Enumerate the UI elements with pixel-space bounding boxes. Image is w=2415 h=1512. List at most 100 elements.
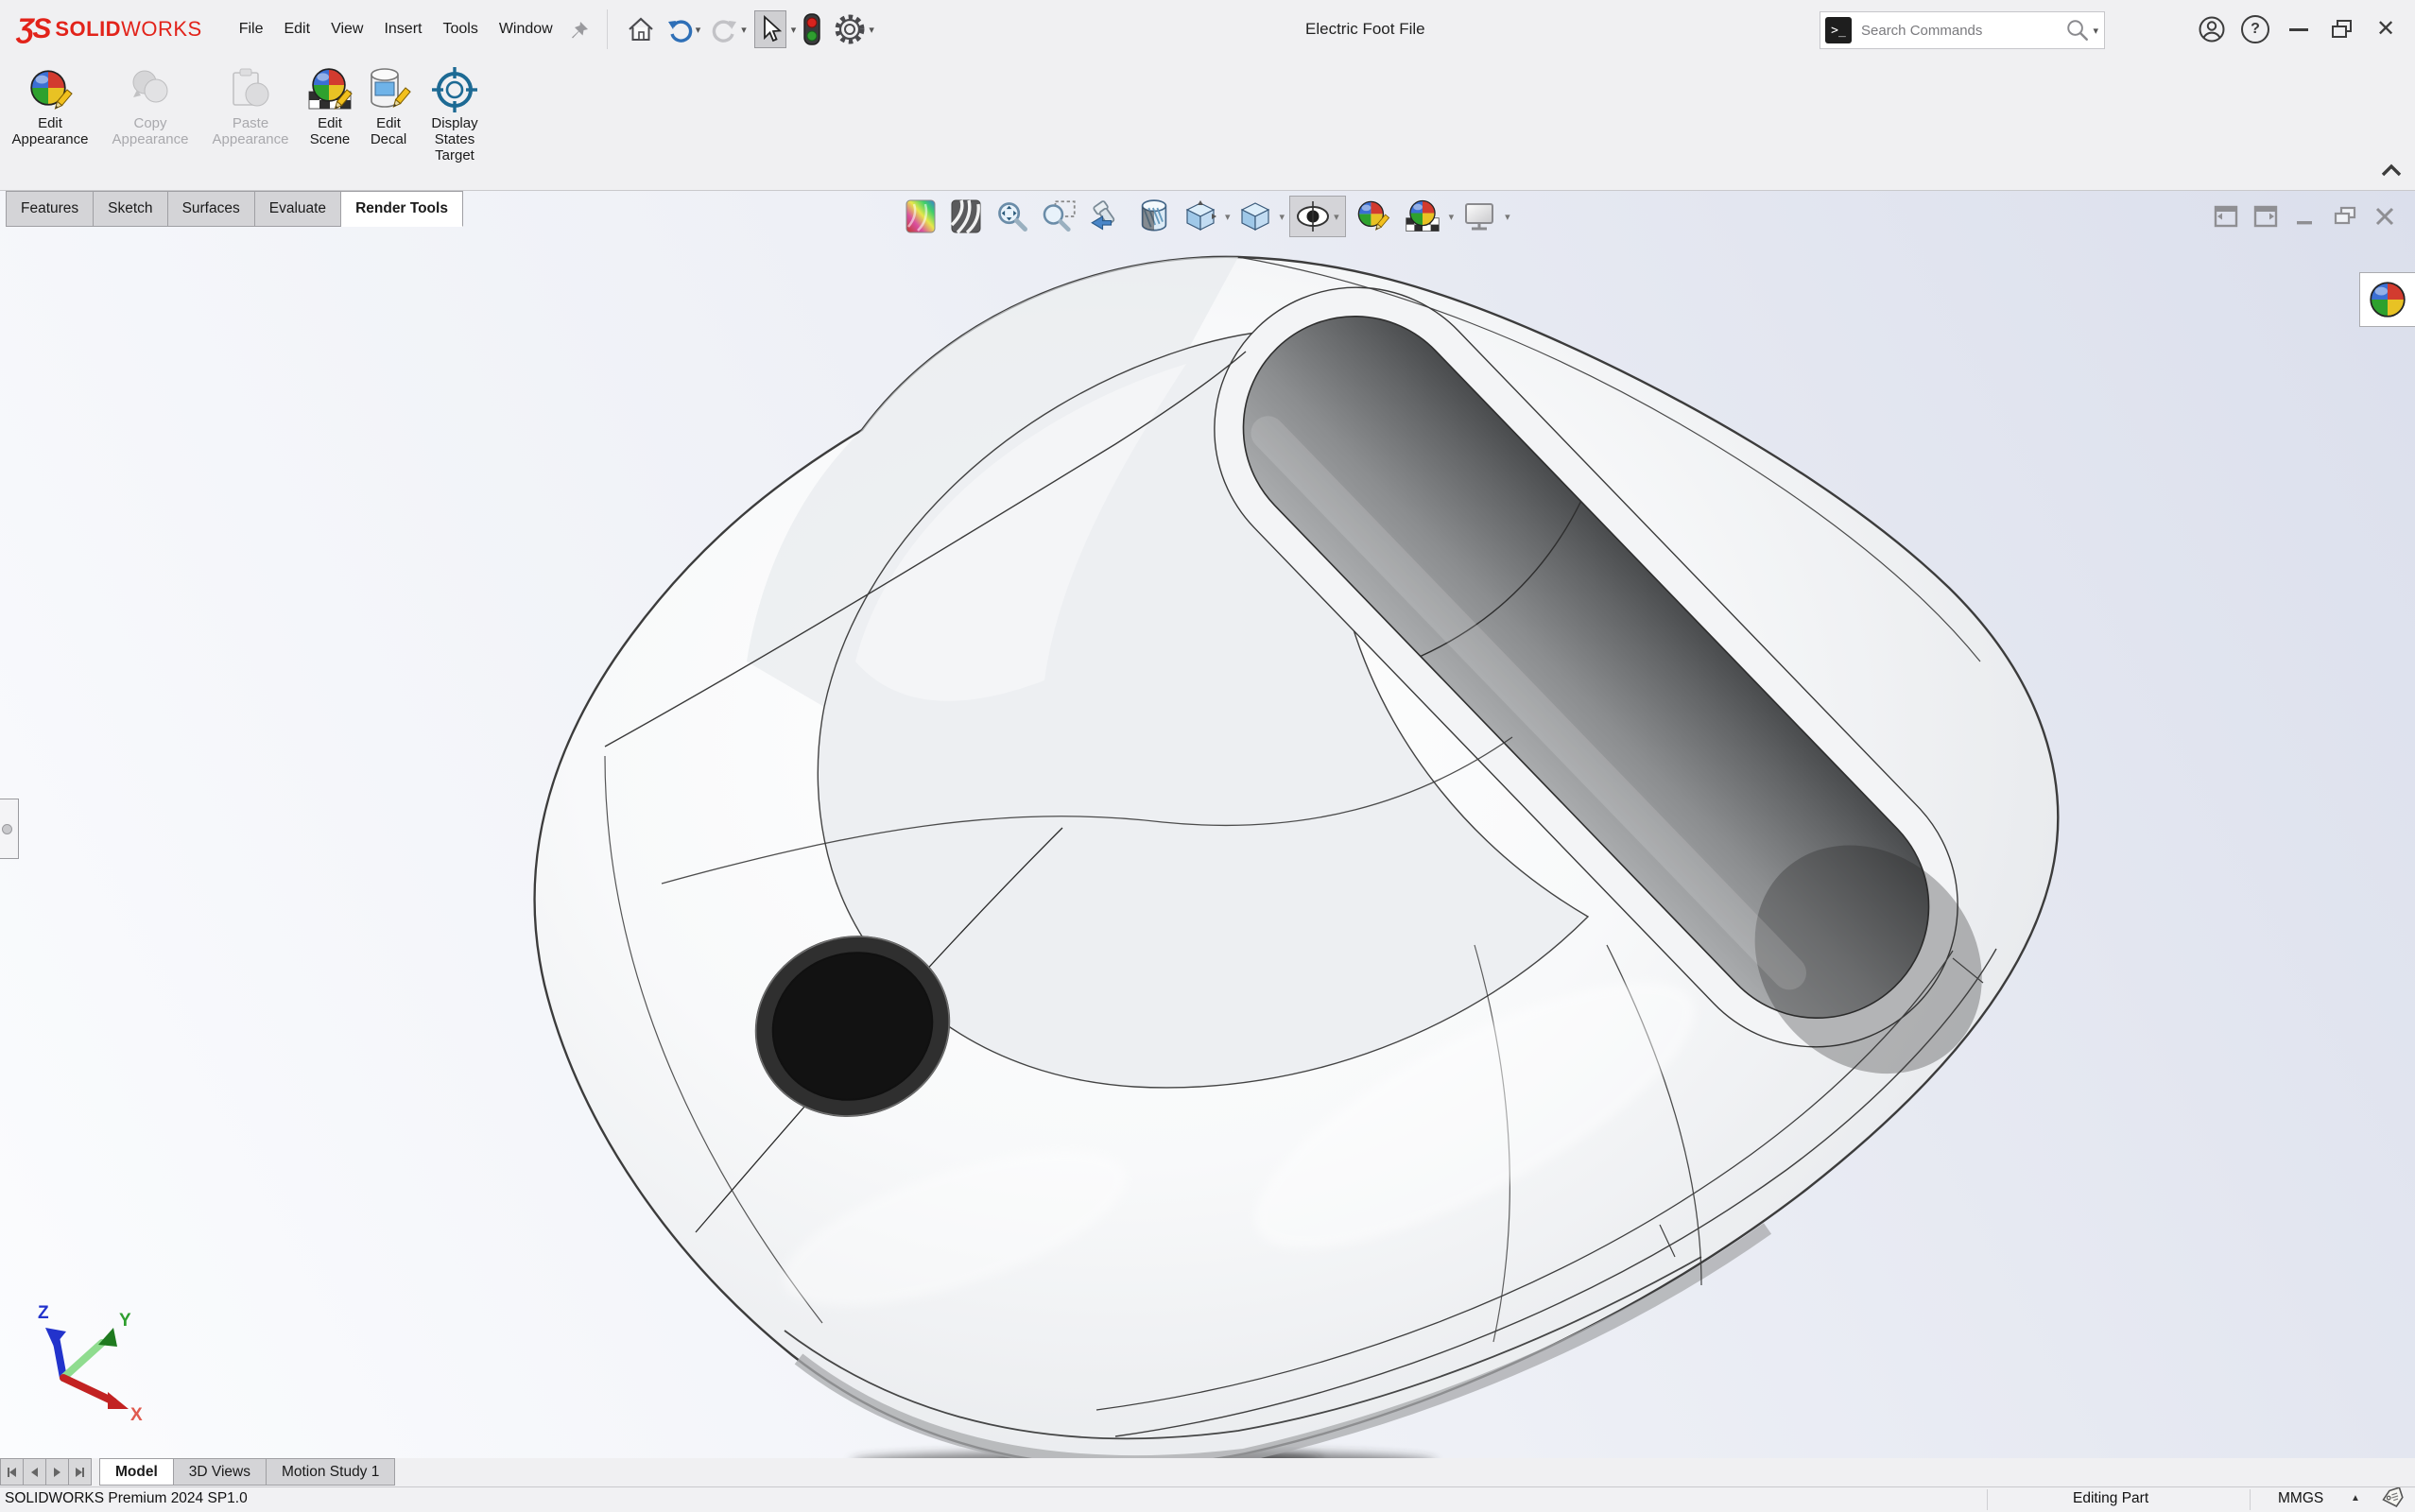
user-account-button[interactable] bbox=[2192, 9, 2232, 50]
tab-render-tools[interactable]: Render Tools bbox=[341, 191, 463, 227]
command-manager-ribbon: Edit Appearance Copy Appearance Paste Ap… bbox=[0, 59, 2415, 191]
status-separator bbox=[1987, 1489, 1988, 1510]
menu-edit[interactable]: Edit bbox=[273, 13, 320, 45]
menu-bar: File Edit View Insert Tools Window bbox=[229, 13, 563, 45]
help-icon: ? bbox=[2241, 15, 2269, 43]
window-controls: ? ✕ bbox=[2190, 0, 2415, 59]
stoplight-icon bbox=[802, 12, 822, 46]
ambient-occlusion-zebra-icon[interactable] bbox=[946, 197, 986, 236]
display-states-target-button[interactable]: Display States Target bbox=[419, 62, 491, 165]
edit-appearance-button[interactable]: Edit Appearance bbox=[1, 62, 99, 149]
view-orientation-caret[interactable]: ▾ bbox=[1225, 211, 1231, 223]
hide-show-items-button[interactable]: ▾ bbox=[1289, 196, 1346, 237]
tab-evaluate[interactable]: Evaluate bbox=[255, 191, 341, 227]
copy-appearance-button[interactable]: Copy Appearance bbox=[101, 62, 199, 149]
tab-sketch[interactable]: Sketch bbox=[94, 191, 167, 227]
view-orientation-icon[interactable] bbox=[1181, 197, 1220, 236]
home-button[interactable] bbox=[623, 10, 659, 48]
menu-file[interactable]: File bbox=[229, 13, 274, 45]
view-settings-caret[interactable]: ▾ bbox=[1505, 211, 1510, 223]
minimize-icon bbox=[2295, 206, 2316, 227]
scene-ball-checker-pencil-icon bbox=[305, 64, 354, 115]
help-button[interactable]: ? bbox=[2235, 9, 2275, 50]
display-style-icon[interactable] bbox=[1235, 197, 1275, 236]
feature-tree-collapsed-tab[interactable] bbox=[0, 799, 19, 859]
command-terminal-icon: >_ bbox=[1825, 17, 1852, 43]
close-button[interactable]: ✕ bbox=[2366, 9, 2406, 50]
select-cursor-icon bbox=[758, 15, 783, 43]
tab-features[interactable]: Features bbox=[6, 191, 94, 227]
pin-menu-icon[interactable] bbox=[569, 20, 590, 41]
editing-mode-text: Editing Part bbox=[2073, 1490, 2148, 1507]
options-button[interactable]: ▾ bbox=[830, 9, 878, 50]
viewport-restore-button[interactable] bbox=[2328, 204, 2362, 229]
select-tool-dropdown-caret[interactable]: ▾ bbox=[791, 24, 797, 36]
ribbon-collapse-button[interactable] bbox=[2377, 159, 2406, 181]
dock-right-button[interactable] bbox=[2249, 204, 2283, 229]
edit-scene-button[interactable]: Edit Scene bbox=[302, 62, 358, 149]
stoplight-button[interactable] bbox=[798, 8, 826, 51]
tab-motion-study-1[interactable]: Motion Study 1 bbox=[267, 1458, 395, 1486]
integrated-preview-icon[interactable] bbox=[901, 197, 940, 236]
hide-show-items-eye-icon bbox=[1294, 198, 1332, 234]
dock-left-button[interactable] bbox=[2209, 204, 2243, 229]
units-dropdown-caret[interactable]: ▲ bbox=[2351, 1493, 2360, 1503]
first-tab-button[interactable] bbox=[0, 1458, 23, 1486]
search-icon[interactable] bbox=[2065, 18, 2090, 43]
status-bar: SOLIDWORKS Premium 2024 SP1.0 Editing Pa… bbox=[0, 1486, 2415, 1512]
redo-dropdown-caret[interactable]: ▾ bbox=[741, 24, 747, 36]
next-tab-button[interactable] bbox=[45, 1458, 68, 1486]
apply-scene-caret[interactable]: ▾ bbox=[1449, 211, 1455, 223]
heads-up-view-toolbar: ▾ ▾ ▾ ▾ bbox=[898, 196, 1512, 237]
graphics-area[interactable]: ▾ ▾ ▾ ▾ bbox=[0, 191, 2415, 1458]
menu-view[interactable]: View bbox=[320, 13, 373, 45]
select-tool-button[interactable] bbox=[754, 10, 786, 48]
apply-scene-icon[interactable] bbox=[1401, 197, 1444, 236]
triad-x-label: X bbox=[130, 1405, 143, 1420]
section-view-icon[interactable] bbox=[1133, 197, 1175, 236]
redo-button[interactable]: ▾ bbox=[708, 11, 750, 47]
home-icon bbox=[627, 15, 655, 43]
undo-dropdown-caret[interactable]: ▾ bbox=[696, 24, 701, 36]
search-input[interactable] bbox=[1859, 22, 2065, 40]
tag-button[interactable] bbox=[2378, 1487, 2406, 1512]
restore-icon bbox=[2330, 18, 2355, 41]
menu-insert[interactable]: Insert bbox=[373, 13, 432, 45]
options-dropdown-caret[interactable]: ▾ bbox=[869, 24, 874, 36]
previous-tab-button[interactable] bbox=[23, 1458, 45, 1486]
chevron-up-icon bbox=[2381, 163, 2402, 177]
tab-surfaces[interactable]: Surfaces bbox=[168, 191, 255, 227]
command-manager-tabs: Features Sketch Surfaces Evaluate Render… bbox=[6, 191, 463, 227]
tab-model[interactable]: Model bbox=[99, 1458, 174, 1486]
copy-appearance-icon bbox=[126, 64, 175, 115]
view-settings-icon[interactable] bbox=[1458, 197, 1500, 236]
zoom-to-area-icon[interactable] bbox=[1039, 197, 1080, 236]
app-version-text: SOLIDWORKS Premium 2024 SP1.0 bbox=[5, 1490, 248, 1507]
undo-button[interactable]: ▾ bbox=[663, 11, 705, 47]
electric-foot-file-model bbox=[0, 191, 2415, 1458]
search-dropdown-caret[interactable]: ▾ bbox=[2093, 25, 2098, 37]
close-icon: ✕ bbox=[2376, 18, 2395, 41]
minimize-button[interactable] bbox=[2279, 9, 2319, 50]
previous-view-icon[interactable] bbox=[1086, 197, 1128, 236]
edit-decal-button[interactable]: Edit Decal bbox=[360, 62, 417, 149]
splitter-handle-icon bbox=[2, 824, 12, 834]
viewport-close-button[interactable] bbox=[2368, 204, 2402, 229]
units-selector[interactable]: MMGS bbox=[2278, 1490, 2323, 1507]
paste-appearance-button[interactable]: Paste Appearance bbox=[201, 62, 300, 149]
last-tab-button[interactable] bbox=[68, 1458, 92, 1486]
appearances-task-pane-tab[interactable] bbox=[2359, 272, 2415, 327]
tab-3d-views[interactable]: 3D Views bbox=[174, 1458, 267, 1486]
display-style-caret[interactable]: ▾ bbox=[1280, 211, 1285, 223]
title-bar: ƷS SOLIDWORKS File Edit View Insert Tool… bbox=[0, 0, 2415, 59]
undo-icon bbox=[666, 16, 693, 43]
restore-button[interactable] bbox=[2322, 9, 2362, 50]
edit-appearance-icon[interactable] bbox=[1352, 197, 1395, 236]
zoom-to-fit-icon[interactable] bbox=[992, 197, 1033, 236]
search-commands-box[interactable]: >_ ▾ bbox=[1820, 11, 2105, 49]
menu-tools[interactable]: Tools bbox=[432, 13, 488, 45]
menu-window[interactable]: Window bbox=[489, 13, 563, 45]
dock-right-icon bbox=[2253, 205, 2278, 228]
viewport-minimize-button[interactable] bbox=[2288, 204, 2322, 229]
hide-show-items-caret[interactable]: ▾ bbox=[1334, 211, 1339, 223]
